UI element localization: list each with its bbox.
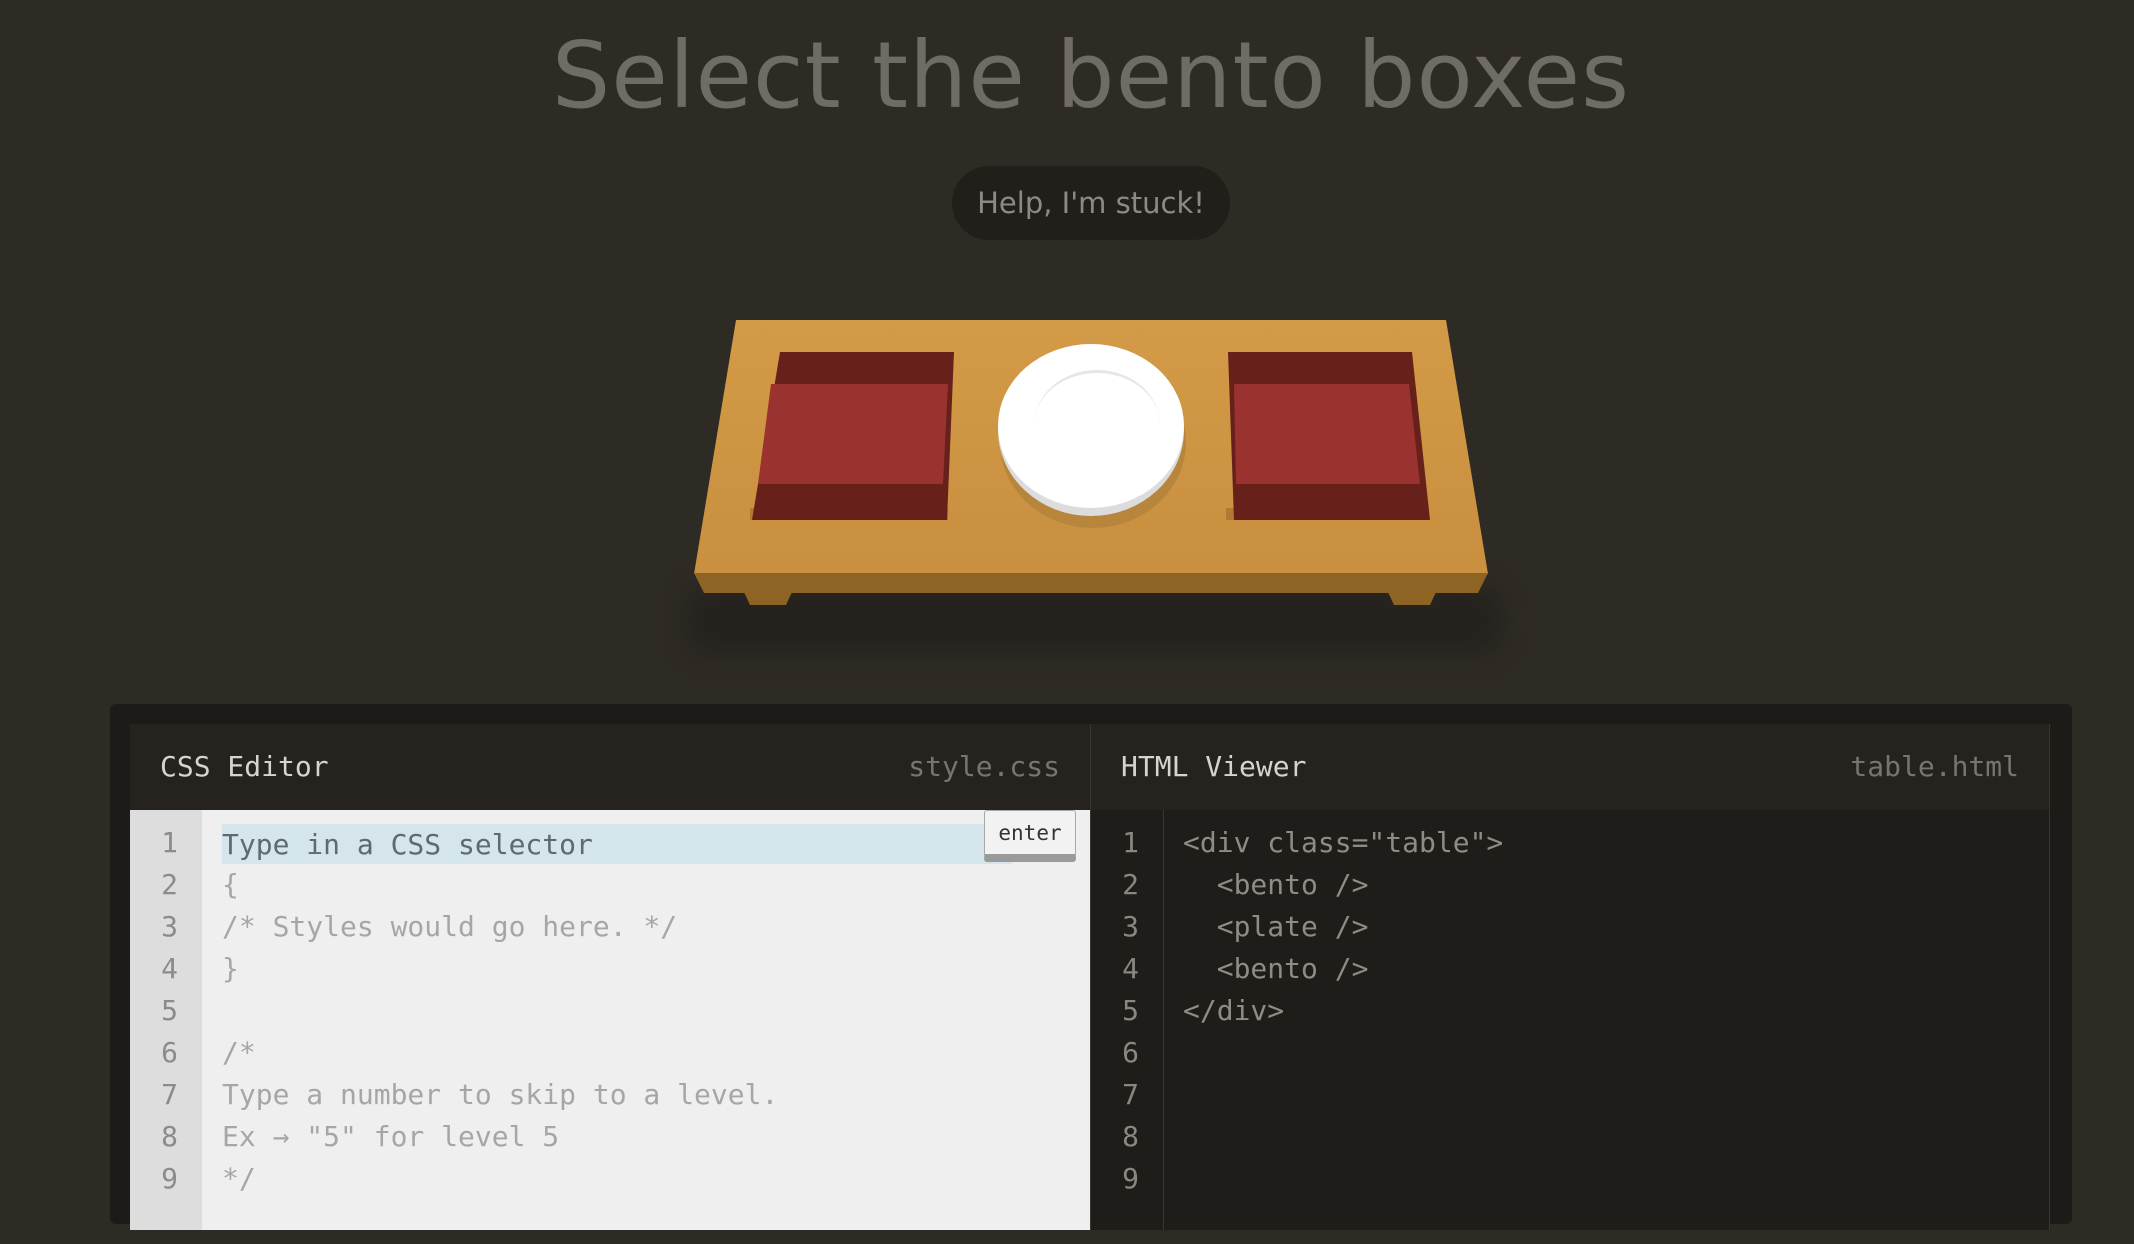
bento-box-inner xyxy=(1234,384,1420,484)
css-code-area: 1 2 3 4 5 6 7 8 9 enter { /* Styles woul… xyxy=(130,810,1090,1230)
html-viewer-pane: HTML Viewer table.html 1 2 3 4 5 6 7 8 9… xyxy=(1090,724,2050,1244)
line-number: 3 xyxy=(161,910,178,943)
table-edge xyxy=(694,573,1488,593)
line-number: 1 xyxy=(161,826,178,859)
html-viewer-header: HTML Viewer table.html xyxy=(1090,724,2050,810)
plate[interactable] xyxy=(998,344,1186,528)
code-line: } xyxy=(222,952,239,985)
bento-box-inner xyxy=(758,384,948,484)
code-line: */ xyxy=(222,1162,256,1195)
table-shadow xyxy=(688,588,1500,652)
html-line-bento[interactable]: <bento /> xyxy=(1183,864,1369,906)
line-number: 7 xyxy=(1122,1078,1139,1111)
css-editor-filename: style.css xyxy=(908,750,1060,783)
html-line-bento[interactable]: <bento /> xyxy=(1183,948,1369,990)
css-editor-pane: CSS Editor style.css 1 2 3 4 5 6 7 8 9 e… xyxy=(130,724,1090,1244)
table-leg-left xyxy=(744,592,792,605)
html-line-table-open[interactable]: <div class="table"> xyxy=(1183,822,1503,864)
help-button[interactable]: Help, I'm stuck! xyxy=(952,166,1230,240)
code-line: Type a number to skip to a level. xyxy=(222,1078,779,1111)
enter-button[interactable]: enter xyxy=(984,810,1076,862)
line-number: 1 xyxy=(1122,826,1139,859)
line-number: 6 xyxy=(161,1036,178,1069)
line-number: 4 xyxy=(161,952,178,985)
html-line-table-close: </div> xyxy=(1183,994,1285,1027)
line-number: 9 xyxy=(161,1162,178,1195)
html-line-gutter: 1 2 3 4 5 6 7 8 9 xyxy=(1091,810,1164,1230)
css-editor-header: CSS Editor style.css xyxy=(130,724,1090,810)
html-viewer-filename: table.html xyxy=(1850,750,2019,783)
bento-box-right[interactable] xyxy=(1226,352,1430,520)
line-number: 8 xyxy=(161,1120,178,1153)
code-line: /* Styles would go here. */ xyxy=(222,910,678,943)
css-editor-title: CSS Editor xyxy=(160,750,329,783)
code-line: /* xyxy=(222,1036,256,1069)
css-selector-input[interactable] xyxy=(222,824,1012,864)
line-number: 5 xyxy=(1122,994,1139,1027)
line-number: 2 xyxy=(161,868,178,901)
code-line: { xyxy=(222,868,239,901)
html-viewer-title: HTML Viewer xyxy=(1121,750,1307,783)
page-title: Select the bento boxes xyxy=(551,22,1631,129)
line-number: 6 xyxy=(1122,1036,1139,1069)
html-code-area: 1 2 3 4 5 6 7 8 9 <div class="table"> <b… xyxy=(1090,810,2050,1230)
bento-box-left[interactable] xyxy=(750,352,954,520)
css-line-gutter: 1 2 3 4 5 6 7 8 9 xyxy=(130,810,202,1230)
line-number: 7 xyxy=(161,1078,178,1111)
html-line-plate[interactable]: <plate /> xyxy=(1183,906,1369,948)
code-line: Ex → "5" for level 5 xyxy=(222,1120,560,1153)
line-number: 2 xyxy=(1122,868,1139,901)
line-number: 5 xyxy=(161,994,178,1027)
line-number: 8 xyxy=(1122,1120,1139,1153)
table-leg-right xyxy=(1388,592,1436,605)
line-number: 4 xyxy=(1122,952,1139,985)
line-number: 9 xyxy=(1122,1162,1139,1195)
line-number: 3 xyxy=(1122,910,1139,943)
plate-rim xyxy=(1034,370,1160,480)
